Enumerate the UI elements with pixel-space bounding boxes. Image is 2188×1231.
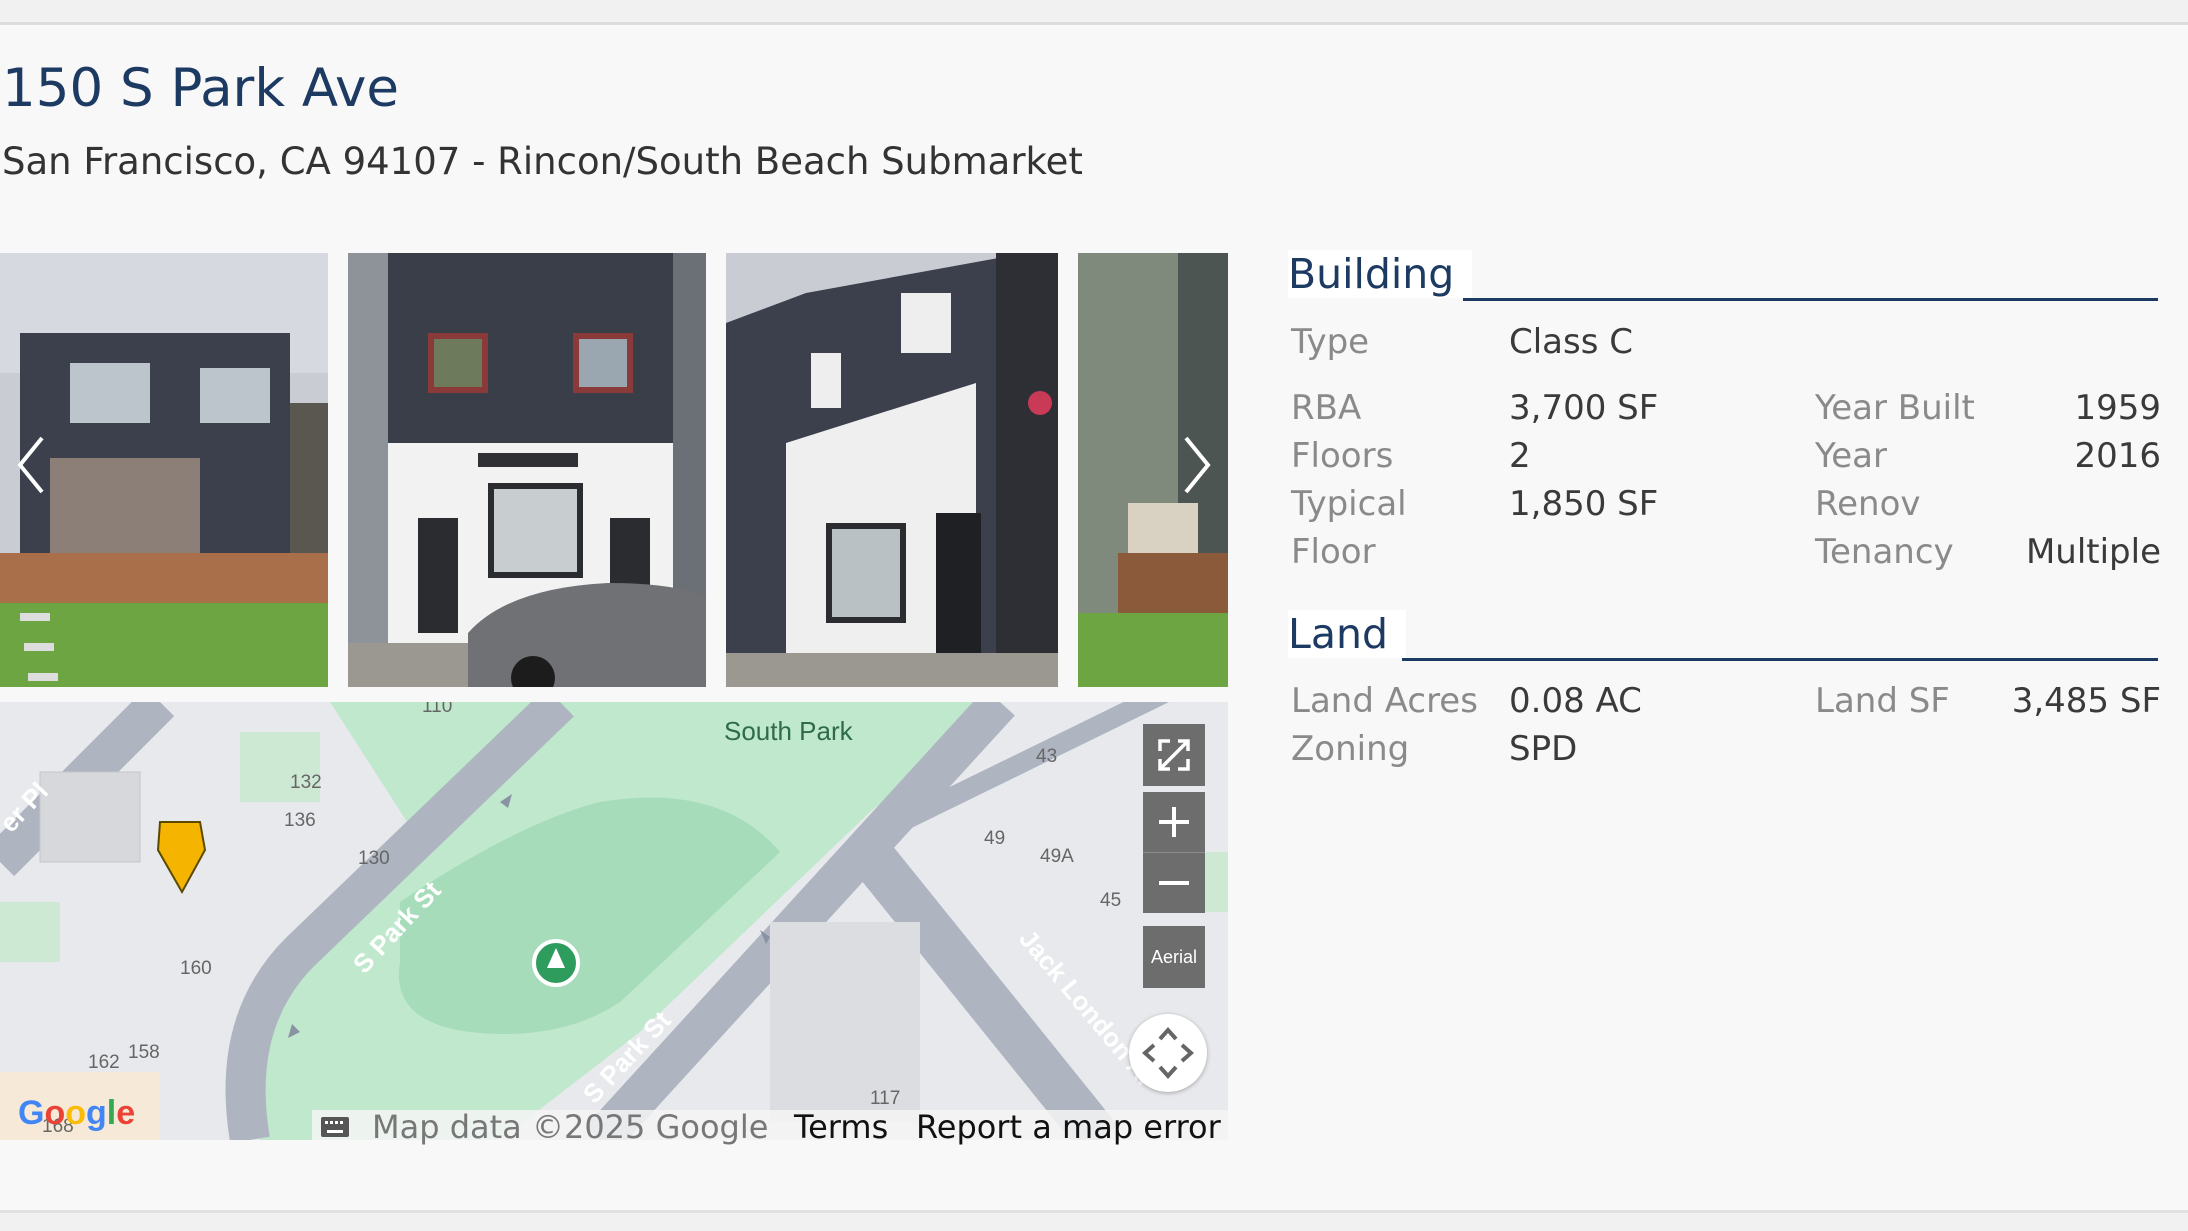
- map-num: 43: [1036, 746, 1058, 767]
- keyboard-icon[interactable]: [320, 1116, 350, 1143]
- report-map-error-link[interactable]: Report a map error: [916, 1108, 1221, 1146]
- move-arrows-icon: [1141, 1026, 1195, 1080]
- tenancy-label: Tenancy: [1815, 532, 1954, 572]
- typical-floor-label-line1: Typical: [1291, 484, 1407, 524]
- floors-value: 2: [1509, 436, 1531, 476]
- rba-value: 3,700 SF: [1509, 388, 1659, 428]
- map-num: 49: [984, 828, 1006, 849]
- minus-icon: [1159, 881, 1189, 885]
- chevron-right-icon: [1184, 436, 1211, 494]
- terms-link[interactable]: Terms: [794, 1108, 888, 1146]
- fullscreen-button[interactable]: [1143, 724, 1205, 786]
- zoning-label: Zoning: [1291, 729, 1410, 769]
- chevron-left-icon: [17, 436, 44, 494]
- aerial-view-button[interactable]: Aerial: [1143, 926, 1205, 988]
- year-built-value: 1959: [2074, 388, 2161, 428]
- tenancy-value: Multiple: [2025, 532, 2161, 572]
- year-renov-value: 2016: [2074, 436, 2161, 476]
- map-num: 110: [422, 702, 453, 717]
- aerial-label: Aerial: [1150, 946, 1198, 967]
- location-map[interactable]: South Park S Park St S Park St Jack Lond…: [0, 702, 1228, 1140]
- property-photo-3[interactable]: [726, 253, 1058, 687]
- address-subtitle: San Francisco, CA 94107 - Rincon/South B…: [2, 140, 1083, 183]
- property-photo-2[interactable]: [348, 253, 706, 687]
- map-num: 130: [358, 848, 390, 869]
- zoom-out-button[interactable]: [1143, 853, 1205, 913]
- map-num: 158: [128, 1042, 160, 1063]
- year-built-label: Year Built: [1815, 388, 1975, 428]
- type-value: Class C: [1509, 322, 1633, 362]
- land-divider: [1402, 658, 2158, 661]
- year-renov-label-line2: Renov: [1815, 484, 1921, 524]
- land-sf-label: Land SF: [1815, 681, 1950, 721]
- photo-gallery: [0, 230, 1228, 687]
- land-acres-label: Land Acres: [1291, 681, 1478, 721]
- floors-label: Floors: [1291, 436, 1394, 476]
- map-label-south-park: South Park: [724, 716, 853, 746]
- zoning-value: SPD: [1509, 729, 1578, 769]
- map-num: 132: [290, 772, 322, 793]
- building-divider: [1463, 298, 2158, 301]
- year-renov-label-line1: Year: [1815, 436, 1887, 476]
- land-sf-value: 3,485 SF: [2011, 681, 2161, 721]
- zoom-in-button[interactable]: [1143, 792, 1205, 853]
- map-num: 49A: [1040, 846, 1074, 867]
- plus-icon: [1159, 807, 1189, 837]
- map-num: 136: [284, 810, 316, 831]
- page-title: 150 S Park Ave: [2, 58, 400, 119]
- typical-floor-value: 1,850 SF: [1509, 484, 1659, 524]
- land-acres-value: 0.08 AC: [1509, 681, 1642, 721]
- map-num: 162: [88, 1052, 120, 1073]
- map-data-attribution: Map data ©2025 Google: [372, 1108, 769, 1146]
- typical-floor-label-line2: Floor: [1291, 532, 1376, 572]
- google-logo: Google: [18, 1094, 136, 1132]
- gallery-next-button[interactable]: [1176, 430, 1216, 500]
- pan-control[interactable]: [1129, 1014, 1207, 1092]
- map-num: 45: [1100, 890, 1122, 911]
- building-heading: Building: [1288, 250, 1473, 298]
- map-num: 117: [870, 1088, 901, 1109]
- rba-label: RBA: [1291, 388, 1362, 428]
- expand-icon: [1158, 739, 1190, 771]
- type-label: Type: [1291, 322, 1370, 362]
- gallery-prev-button[interactable]: [12, 430, 52, 500]
- land-heading: Land: [1288, 610, 1406, 658]
- map-num: 160: [180, 958, 212, 979]
